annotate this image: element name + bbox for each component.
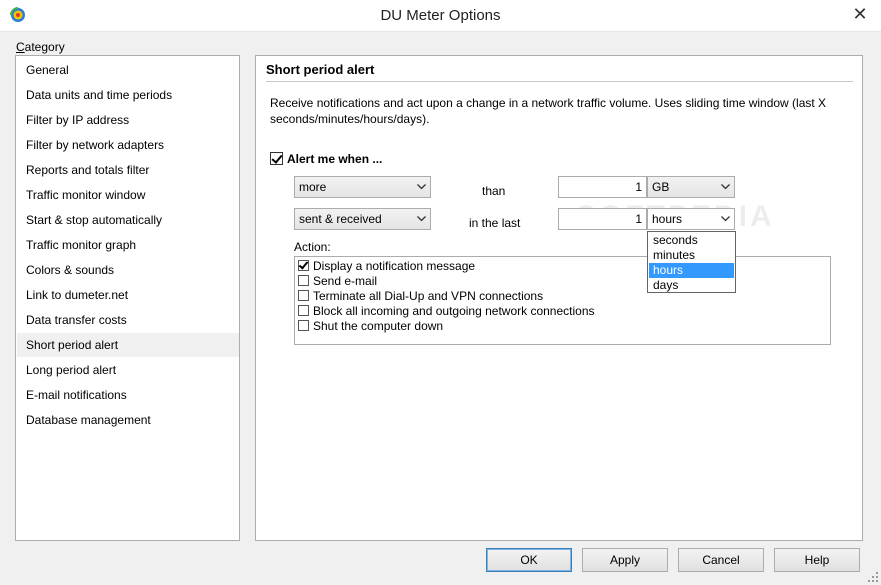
action-checkbox[interactable]: [298, 275, 309, 286]
alert-me-checkbox[interactable]: [270, 152, 283, 165]
action-label-text: Shut the computer down: [313, 319, 444, 333]
period-field[interactable]: 1: [558, 208, 647, 230]
category-item-colors-sounds[interactable]: Colors & sounds: [17, 258, 239, 282]
action-checkbox[interactable]: [298, 260, 309, 271]
category-item-data-transfer-costs[interactable]: Data transfer costs: [17, 308, 239, 332]
settings-panel: Short period alert Receive notifications…: [255, 55, 863, 541]
in-the-last-label: in the last: [469, 216, 521, 230]
category-item-traffic-monitor-graph[interactable]: Traffic monitor graph: [17, 233, 239, 257]
chevron-down-icon: [718, 212, 732, 226]
category-item-link-dumeter[interactable]: Link to dumeter.net: [17, 283, 239, 307]
unit-select[interactable]: GB: [647, 176, 735, 198]
period-value: 1: [635, 212, 642, 226]
panel-title: Short period alert: [266, 62, 375, 77]
than-label: than: [482, 184, 506, 198]
dropdown-option-days[interactable]: days: [649, 278, 734, 293]
alert-me-label: Alert me when ...: [287, 152, 383, 166]
period-unit-value: hours: [652, 212, 683, 226]
dropdown-option-minutes[interactable]: minutes: [649, 248, 734, 263]
category-item-start-stop[interactable]: Start & stop automatically: [17, 208, 239, 232]
action-label-text: Send e-mail: [313, 274, 378, 288]
panel-description: Receive notifications and act upon a cha…: [270, 96, 827, 126]
direction-value: sent & received: [299, 212, 382, 226]
category-item-short-period-alert[interactable]: Short period alert: [17, 333, 239, 357]
dropdown-option-hours[interactable]: hours: [649, 263, 734, 278]
close-button[interactable]: ✕: [839, 0, 881, 28]
category-item-reports-filter[interactable]: Reports and totals filter: [17, 158, 239, 182]
window-title: DU Meter Options: [380, 7, 501, 24]
category-item-filter-adapters[interactable]: Filter by network adapters: [17, 133, 239, 157]
action-checkbox[interactable]: [298, 305, 309, 316]
dropdown-option-seconds[interactable]: seconds: [649, 233, 734, 248]
resize-grip-icon[interactable]: [868, 572, 878, 582]
unit-value: GB: [652, 180, 670, 194]
apply-button[interactable]: Apply: [582, 548, 668, 572]
category-item-data-units[interactable]: Data units and time periods: [17, 83, 239, 107]
action-label: Action:: [294, 240, 331, 254]
period-unit-dropdown: seconds minutes hours days: [647, 231, 736, 293]
action-checkbox[interactable]: [298, 320, 309, 331]
direction-select[interactable]: sent & received: [294, 208, 431, 230]
chevron-down-icon: [414, 212, 428, 226]
close-icon: ✕: [852, 3, 868, 24]
title-divider: [266, 81, 853, 82]
amount-value: 1: [635, 180, 642, 194]
cancel-button[interactable]: Cancel: [678, 548, 764, 572]
category-list[interactable]: General Data units and time periods Filt…: [15, 55, 240, 541]
action-label-text: Block all incoming and outgoing network …: [313, 304, 595, 318]
title-bar: DU Meter Options ✕: [0, 0, 881, 32]
chevron-down-icon: [718, 180, 732, 194]
action-list: Display a notification message Send e-ma…: [294, 256, 831, 345]
category-item-long-period-alert[interactable]: Long period alert: [17, 358, 239, 382]
amount-field[interactable]: 1: [558, 176, 647, 198]
comparison-select[interactable]: more: [294, 176, 431, 198]
category-item-database-management[interactable]: Database management: [17, 408, 239, 432]
category-item-traffic-monitor-window[interactable]: Traffic monitor window: [17, 183, 239, 207]
action-label-text: Terminate all Dial-Up and VPN connection…: [313, 289, 544, 303]
action-checkbox[interactable]: [298, 290, 309, 301]
chevron-down-icon: [414, 180, 428, 194]
period-unit-select[interactable]: hours: [647, 208, 735, 230]
category-item-email-notifications[interactable]: E-mail notifications: [17, 383, 239, 407]
category-item-general[interactable]: General: [17, 58, 239, 82]
action-label-text: Display a notification message: [313, 259, 476, 273]
category-item-filter-ip[interactable]: Filter by IP address: [17, 108, 239, 132]
category-label: Category: [16, 40, 65, 54]
ok-button[interactable]: OK: [486, 548, 572, 572]
help-button[interactable]: Help: [774, 548, 860, 572]
comparison-value: more: [299, 180, 327, 194]
